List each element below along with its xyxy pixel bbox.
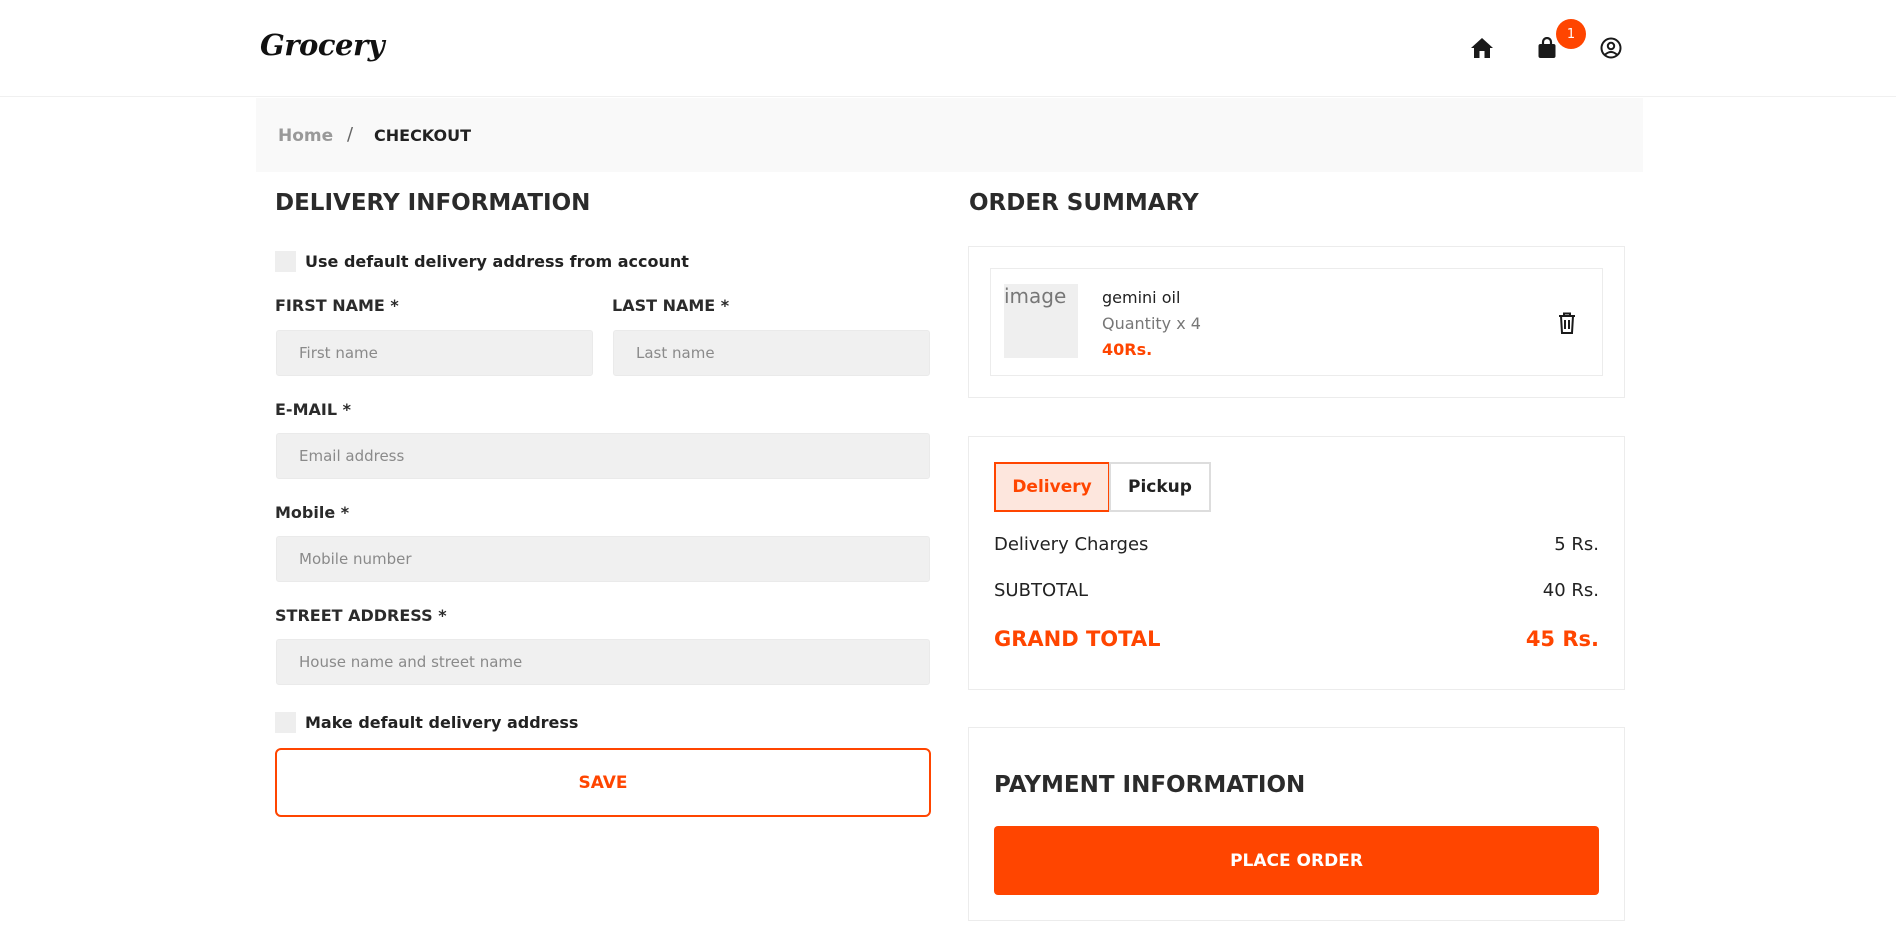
grand-total-value: 45 Rs.	[1525, 627, 1599, 651]
breadcrumb: Home / CHECKOUT	[256, 98, 1643, 172]
delivery-charges-label: Delivery Charges	[994, 534, 1149, 555]
delivery-charges-value: 5 Rs.	[1554, 534, 1599, 555]
last-name-field[interactable]	[613, 330, 930, 376]
make-default-address-label: Make default delivery address	[305, 713, 579, 732]
use-default-address-label: Use default delivery address from accoun…	[305, 252, 689, 271]
place-order-button[interactable]: PLACE ORDER	[994, 826, 1599, 895]
order-summary-title: ORDER SUMMARY	[969, 190, 1199, 216]
home-icon[interactable]	[1468, 34, 1496, 62]
breadcrumb-separator: /	[347, 124, 354, 145]
save-button[interactable]: SAVE	[275, 748, 931, 817]
mobile-field[interactable]	[276, 536, 930, 582]
last-name-label: LAST NAME *	[612, 296, 730, 315]
street-address-label: STREET ADDRESS *	[275, 606, 447, 625]
cart-count-badge: 1	[1556, 19, 1586, 49]
breadcrumb-current: CHECKOUT	[374, 126, 471, 145]
product-image-placeholder: image	[1004, 284, 1078, 358]
trash-icon[interactable]	[1556, 311, 1578, 335]
first-name-field[interactable]	[276, 330, 593, 376]
top-header: Grocery 1	[0, 0, 1896, 97]
cart-item: image gemini oil Quantity x 4 40Rs.	[990, 268, 1603, 376]
breadcrumb-home-link[interactable]: Home	[278, 126, 333, 146]
checkbox-box[interactable]	[275, 251, 296, 272]
user-circle-icon[interactable]	[1597, 34, 1625, 62]
mobile-label: Mobile *	[275, 503, 350, 522]
email-field[interactable]	[276, 433, 930, 479]
make-default-address-checkbox[interactable]: Make default delivery address	[275, 712, 578, 733]
street-address-field[interactable]	[276, 639, 930, 685]
grand-total-label: GRAND TOTAL	[994, 627, 1161, 651]
tab-delivery[interactable]: Delivery	[994, 462, 1110, 512]
delivery-information-title: DELIVERY INFORMATION	[275, 190, 591, 216]
product-name: gemini oil	[1102, 288, 1181, 307]
subtotal-value: 40 Rs.	[1542, 580, 1599, 601]
payment-information-title: PAYMENT INFORMATION	[994, 772, 1306, 798]
checkbox-box[interactable]	[275, 712, 296, 733]
subtotal-label: SUBTOTAL	[994, 580, 1089, 601]
email-label: E-MAIL *	[275, 400, 351, 419]
product-price: 40Rs.	[1102, 340, 1153, 359]
first-name-label: FIRST NAME *	[275, 296, 399, 315]
tab-pickup[interactable]: Pickup	[1109, 462, 1211, 512]
logo[interactable]: Grocery	[260, 28, 385, 62]
use-default-address-checkbox[interactable]: Use default delivery address from accoun…	[275, 251, 689, 272]
product-quantity: Quantity x 4	[1102, 314, 1201, 333]
